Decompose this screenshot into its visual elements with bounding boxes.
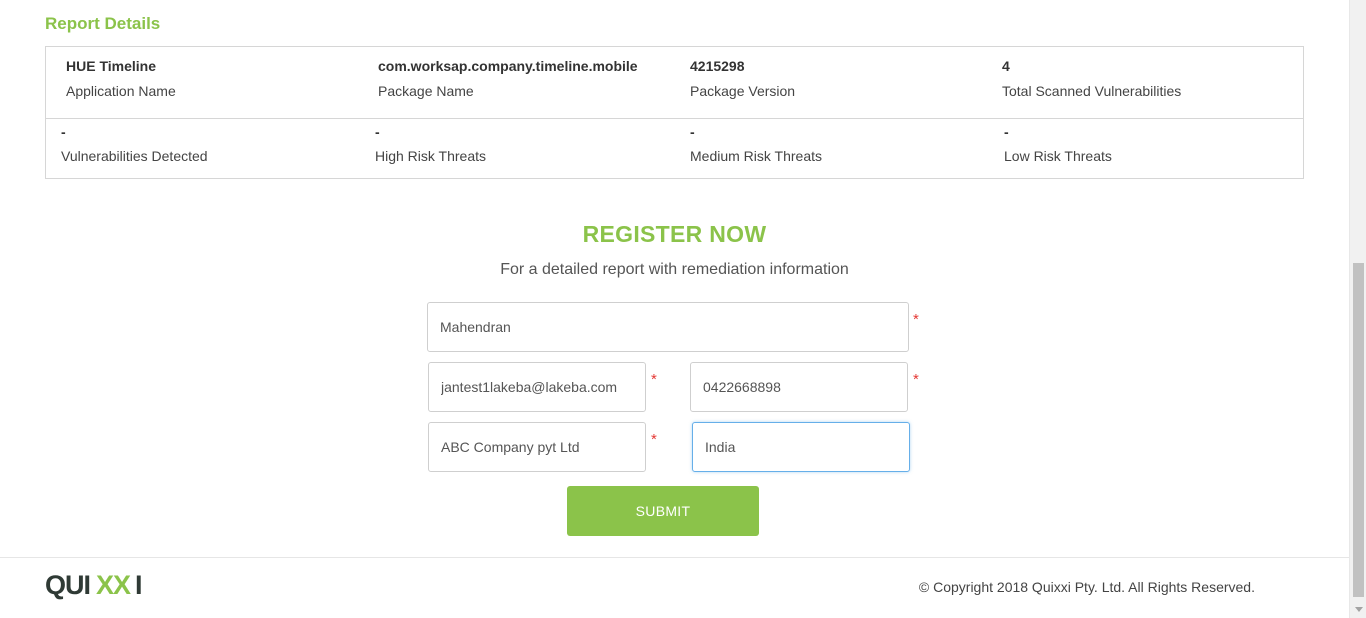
svg-text:QUI: QUI [45, 570, 90, 600]
package-name-label: Package Name [378, 83, 474, 99]
package-name-value: com.worksap.company.timeline.mobile [378, 58, 638, 74]
row-divider [46, 118, 1303, 119]
high-risk-value: - [375, 124, 380, 140]
report-details-table: HUE Timeline Application Name com.worksa… [45, 46, 1304, 179]
email-input[interactable] [428, 362, 646, 412]
package-name-cell: com.worksap.company.timeline.mobile Pack… [378, 57, 638, 100]
name-required-mark: * [913, 311, 919, 328]
copyright-text: © Copyright 2018 Quixxi Pty. Ltd. All Ri… [918, 579, 1255, 595]
vulnerabilities-detected-value: - [61, 124, 66, 140]
total-vulnerabilities-label: Total Scanned Vulnerabilities [1002, 83, 1182, 99]
scrollbar-thumb[interactable] [1353, 263, 1364, 597]
vulnerabilities-detected-cell: - Vulnerabilities Detected [61, 123, 208, 165]
package-version-label: Package Version [690, 83, 796, 99]
quixxi-logo[interactable]: QUI XX I [45, 568, 149, 600]
high-risk-cell: - High Risk Threats [375, 123, 486, 165]
vulnerabilities-detected-label: Vulnerabilities Detected [61, 148, 208, 164]
report-details-title: Report Details [45, 14, 161, 33]
package-version-value: 4215298 [690, 58, 745, 74]
low-risk-value: - [1004, 124, 1009, 140]
total-vulnerabilities-value: 4 [1002, 58, 1010, 74]
medium-risk-label: Medium Risk Threats [690, 148, 823, 164]
svg-text:I: I [135, 570, 143, 600]
register-subtitle: For a detailed report with remediation i… [500, 261, 849, 278]
page: Report Details HUE Timeline Application … [0, 0, 1366, 618]
country-input[interactable] [692, 422, 910, 472]
phone-input[interactable] [690, 362, 908, 412]
medium-risk-value: - [690, 124, 695, 140]
app-name-label: Application Name [66, 83, 176, 99]
svg-text:XX: XX [96, 570, 131, 600]
total-vulnerabilities-cell: 4 Total Scanned Vulnerabilities [1002, 57, 1181, 100]
register-title: REGISTER NOW [582, 221, 767, 247]
package-version-cell: 4215298 Package Version [690, 57, 795, 100]
name-input[interactable] [427, 302, 909, 352]
company-required-mark: * [651, 431, 657, 448]
submit-button[interactable]: SUBMIT [567, 486, 759, 536]
email-required-mark: * [651, 371, 657, 388]
scroll-down-arrow-icon[interactable] [1350, 601, 1366, 618]
footer-divider [0, 557, 1349, 558]
phone-required-mark: * [913, 371, 919, 388]
vertical-scrollbar[interactable] [1349, 0, 1366, 618]
app-name-value: HUE Timeline [66, 58, 156, 74]
app-name-cell: HUE Timeline Application Name [66, 57, 176, 100]
low-risk-label: Low Risk Threats [1004, 148, 1112, 164]
low-risk-cell: - Low Risk Threats [1004, 123, 1112, 165]
company-input[interactable] [428, 422, 646, 472]
medium-risk-cell: - Medium Risk Threats [690, 123, 822, 165]
high-risk-label: High Risk Threats [375, 148, 487, 164]
